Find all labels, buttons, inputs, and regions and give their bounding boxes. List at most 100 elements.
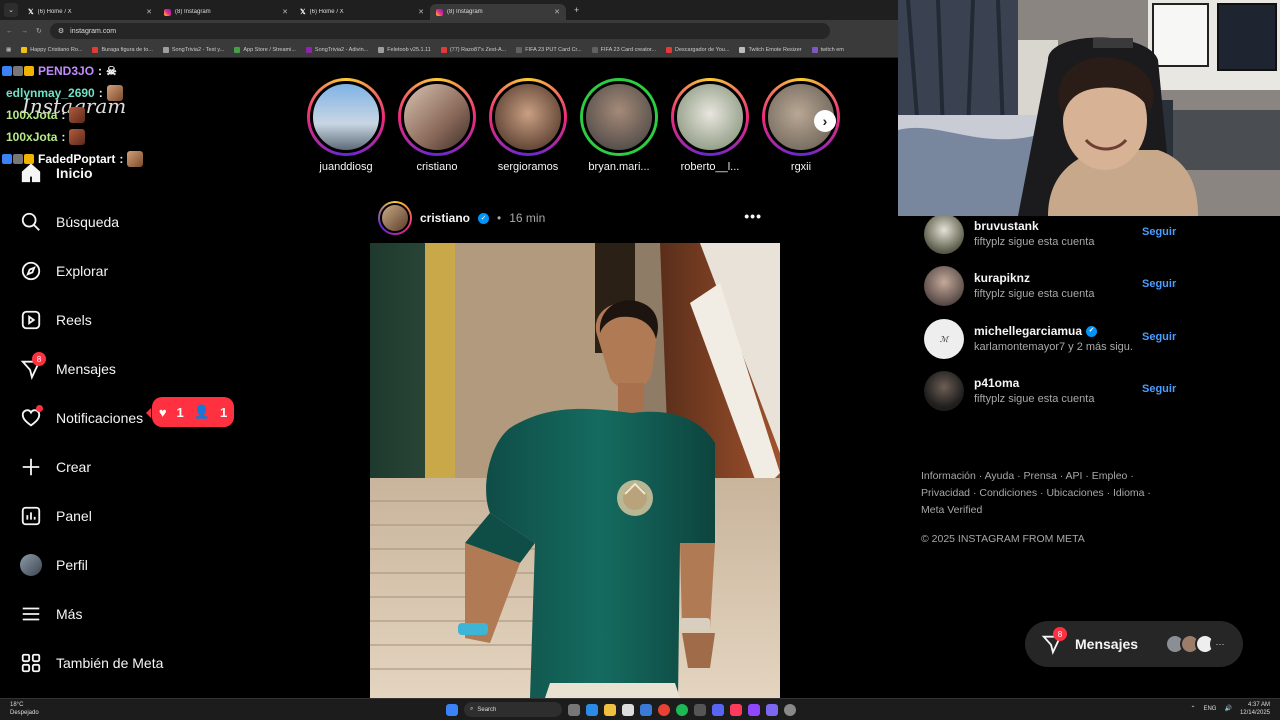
url-field[interactable]: ⚙ instagram.com: [49, 23, 830, 39]
follow-button[interactable]: Seguir: [1142, 383, 1176, 395]
footer-links-row[interactable]: Información · Ayuda · Prensa · API · Emp…: [921, 468, 1161, 485]
notifications-popup-pill[interactable]: ♥ 1 👤 1: [146, 397, 234, 427]
more-options-icon[interactable]: •••: [744, 208, 762, 224]
settings-gear-icon[interactable]: [784, 703, 796, 716]
close-icon[interactable]: ✕: [418, 8, 424, 16]
spotify-icon[interactable]: [676, 703, 688, 716]
verified-badge-icon: ✓: [1086, 325, 1098, 337]
chrome-icon[interactable]: [658, 703, 670, 716]
follow-button[interactable]: Seguir: [1142, 226, 1176, 238]
story-ring-close-friends: [580, 78, 658, 156]
sidebar-item-perfil[interactable]: Perfil: [20, 554, 88, 576]
close-icon[interactable]: ✕: [146, 8, 152, 16]
chat-message: 100xJota :: [2, 126, 143, 148]
site-info-icon[interactable]: ⚙: [58, 27, 64, 35]
clock[interactable]: 4:37 AM 12/14/2025: [1240, 701, 1270, 717]
browser-tab-active[interactable]: (8) Instagram ✕: [430, 4, 566, 20]
suggested-account: bruvustank fiftyplz sigue esta cuenta Se…: [924, 212, 1184, 256]
teams-icon[interactable]: [766, 703, 778, 716]
bookmark-item[interactable]: Twitch Emote Resizer: [739, 46, 802, 53]
messages-floating-button[interactable]: 8 Mensajes ⋯: [1025, 621, 1243, 667]
follow-button[interactable]: Seguir: [1142, 278, 1176, 290]
sidebar-item-label: Perfil: [56, 557, 88, 573]
tab-search-button[interactable]: ⌄: [4, 3, 18, 17]
story-item[interactable]: bryan.mari...: [579, 78, 659, 173]
bookmark-item[interactable]: Buraga figura de to...: [92, 46, 153, 53]
sidebar-item-mensajes[interactable]: 8 Mensajes: [20, 352, 116, 380]
task-view-icon[interactable]: [568, 703, 580, 716]
story-item[interactable]: juanddiosg: [306, 78, 386, 173]
sidebar-item-notificaciones[interactable]: Notificaciones: [20, 405, 143, 429]
reload-icon[interactable]: ↻: [36, 27, 42, 35]
browser-tab[interactable]: 𝕏 (6) Home / X ✕: [294, 4, 430, 20]
close-icon[interactable]: ✕: [554, 8, 560, 16]
story-item[interactable]: roberto__l...: [670, 78, 750, 173]
bookmark-label: SongTrivia2 - Adivin...: [314, 46, 369, 53]
apps-grid-icon[interactable]: ▦: [6, 47, 11, 53]
weather-widget[interactable]: 18°C Despejado: [10, 701, 39, 717]
suggested-avatar[interactable]: [924, 214, 964, 254]
sidebar-item-reels[interactable]: Reels: [20, 309, 92, 331]
back-arrow-icon[interactable]: ←: [6, 28, 13, 35]
post-author-avatar[interactable]: [378, 201, 412, 235]
footer-links-row[interactable]: Meta Verified: [921, 502, 1161, 519]
suggested-avatar[interactable]: ℳ: [924, 319, 964, 359]
stream-chat-overlay: PEND3JO : ☠ edlynmay_2690 : 100xJota : 1…: [2, 60, 144, 170]
browser-tab-strip: ⌄ 𝕏 (6) Home / X ✕ (8) Instagram ✕ 𝕏 (6)…: [0, 0, 900, 20]
volume-icon[interactable]: 🔊: [1224, 705, 1231, 713]
suggested-avatar[interactable]: [924, 266, 964, 306]
close-icon[interactable]: ✕: [282, 8, 288, 16]
forward-arrow-icon[interactable]: →: [21, 28, 28, 35]
twitch-icon[interactable]: [748, 703, 760, 716]
bookmark-item[interactable]: SongTrivia2 - Adivin...: [305, 46, 369, 53]
chat-separator: :: [98, 64, 103, 78]
chat-emote-icon: [106, 85, 123, 101]
mail-icon[interactable]: [640, 703, 652, 716]
stories-next-button[interactable]: ›: [814, 110, 836, 132]
sidebar-item-busqueda[interactable]: Búsqueda: [20, 211, 119, 233]
store-icon[interactable]: [622, 703, 634, 716]
taskbar-search[interactable]: ⌕ Search: [464, 702, 562, 717]
story-item[interactable]: sergioramos: [488, 78, 568, 173]
bookmark-item[interactable]: SongTrivia2 - Test y...: [162, 46, 224, 53]
bookmark-item[interactable]: Happy Cristiano Ro...: [21, 46, 82, 53]
suggested-username[interactable]: kurapiknz: [974, 270, 1030, 286]
suggested-username[interactable]: bruvustank: [974, 218, 1039, 234]
post-image[interactable]: [370, 243, 780, 698]
discord-icon[interactable]: [712, 703, 724, 716]
follow-button[interactable]: Seguir: [1142, 331, 1176, 343]
browser-tab[interactable]: 𝕏 (6) Home / X ✕: [22, 4, 158, 20]
file-explorer-icon[interactable]: [604, 703, 616, 716]
sidebar-item-mas[interactable]: Más: [20, 603, 82, 625]
suggested-username[interactable]: michellegarciamua: [974, 323, 1082, 339]
post-username[interactable]: cristiano: [420, 211, 470, 225]
sidebar-item-crear[interactable]: Crear: [20, 456, 91, 478]
language-indicator[interactable]: ENG: [1203, 705, 1216, 713]
sidebar-item-label: Panel: [56, 508, 92, 524]
bookmark-item[interactable]: (77) Razo87's Zest-A...: [440, 46, 506, 53]
bookmark-item[interactable]: FIFA 23 PUT Card Cr...: [516, 46, 582, 53]
start-windows-icon[interactable]: [446, 703, 458, 716]
bookmark-item[interactable]: App Store / Streami...: [234, 46, 296, 53]
bookmark-item[interactable]: twitch em: [811, 46, 844, 53]
story-item[interactable]: cristiano: [397, 78, 477, 173]
music-app-icon[interactable]: [730, 703, 742, 716]
chevron-up-icon[interactable]: ⌃: [1190, 705, 1195, 713]
bookmark-item[interactable]: FIFA 23 Card creator...: [591, 46, 656, 53]
footer-links-row[interactable]: Privacidad · Condiciones · Ubicaciones ·…: [921, 485, 1161, 502]
more-icon: ⋯: [1210, 634, 1231, 654]
suggested-username[interactable]: p41oma: [974, 375, 1019, 391]
edge-browser-icon[interactable]: [586, 703, 598, 716]
browser-tab[interactable]: (8) Instagram ✕: [158, 4, 294, 20]
app-icon[interactable]: [694, 703, 706, 716]
suggested-avatar[interactable]: [924, 371, 964, 411]
bookmark-item[interactable]: Feletoob v25.1.11: [378, 46, 431, 53]
sidebar-item-panel[interactable]: Panel: [20, 505, 92, 527]
new-tab-button[interactable]: +: [574, 5, 579, 15]
bookmark-item[interactable]: Descargador de You...: [666, 46, 729, 53]
sidebar-item-tambien-de-meta[interactable]: También de Meta: [20, 652, 163, 674]
taskbar: 18°C Despejado ⌕ Search ⌃ ENG 🔊 4:37 AM …: [0, 698, 1280, 720]
sidebar-item-explorar[interactable]: Explorar: [20, 260, 108, 282]
reels-icon: [20, 309, 42, 331]
bookmark-favicon: [21, 46, 28, 53]
